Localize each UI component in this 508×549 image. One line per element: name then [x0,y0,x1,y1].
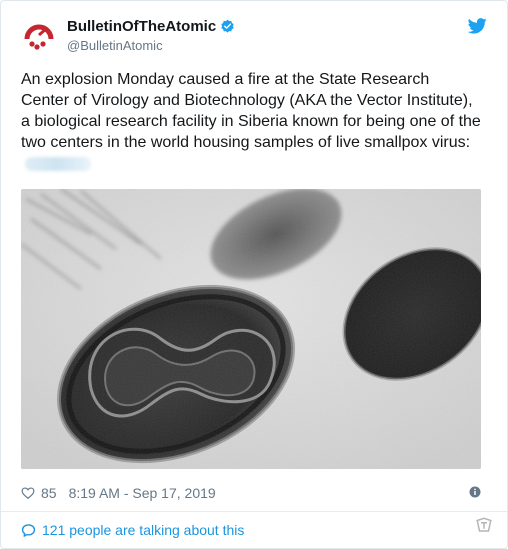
account-names: BulletinOfTheAtomic @BulletinAtomic [67,18,235,53]
speech-bubble-icon [21,523,36,537]
watermark [475,516,493,535]
like-count[interactable]: 85 [41,485,57,501]
info-icon[interactable] [469,486,481,498]
tweet-card: BulletinOfTheAtomic @BulletinAtomic An e… [0,0,508,549]
divider [1,511,507,512]
tweet-body: An explosion Monday caused a fire at the… [21,71,481,151]
display-name[interactable]: BulletinOfTheAtomic [67,18,216,35]
timestamp[interactable]: 8:19 AM - Sep 17, 2019 [69,485,216,501]
avatar[interactable] [21,17,57,53]
verified-badge-icon [221,19,234,33]
virus-micrograph [21,189,481,469]
redacted-link[interactable] [25,156,91,171]
watermark-logo-icon [476,517,492,532]
conversation-link[interactable]: 121 people are talking about this [21,522,244,538]
twitter-bird-icon[interactable] [468,18,487,34]
heart-icon[interactable] [21,486,35,500]
account-handle[interactable]: @BulletinAtomic [67,38,235,53]
tweet-meta: 85 8:19 AM - Sep 17, 2019 [21,483,487,503]
tweet-header: BulletinOfTheAtomic @BulletinAtomic [21,13,487,57]
conversation-label[interactable]: 121 people are talking about this [42,522,244,538]
tweet-image[interactable] [21,189,481,469]
tweet-text: An explosion Monday caused a fire at the… [21,69,481,174]
